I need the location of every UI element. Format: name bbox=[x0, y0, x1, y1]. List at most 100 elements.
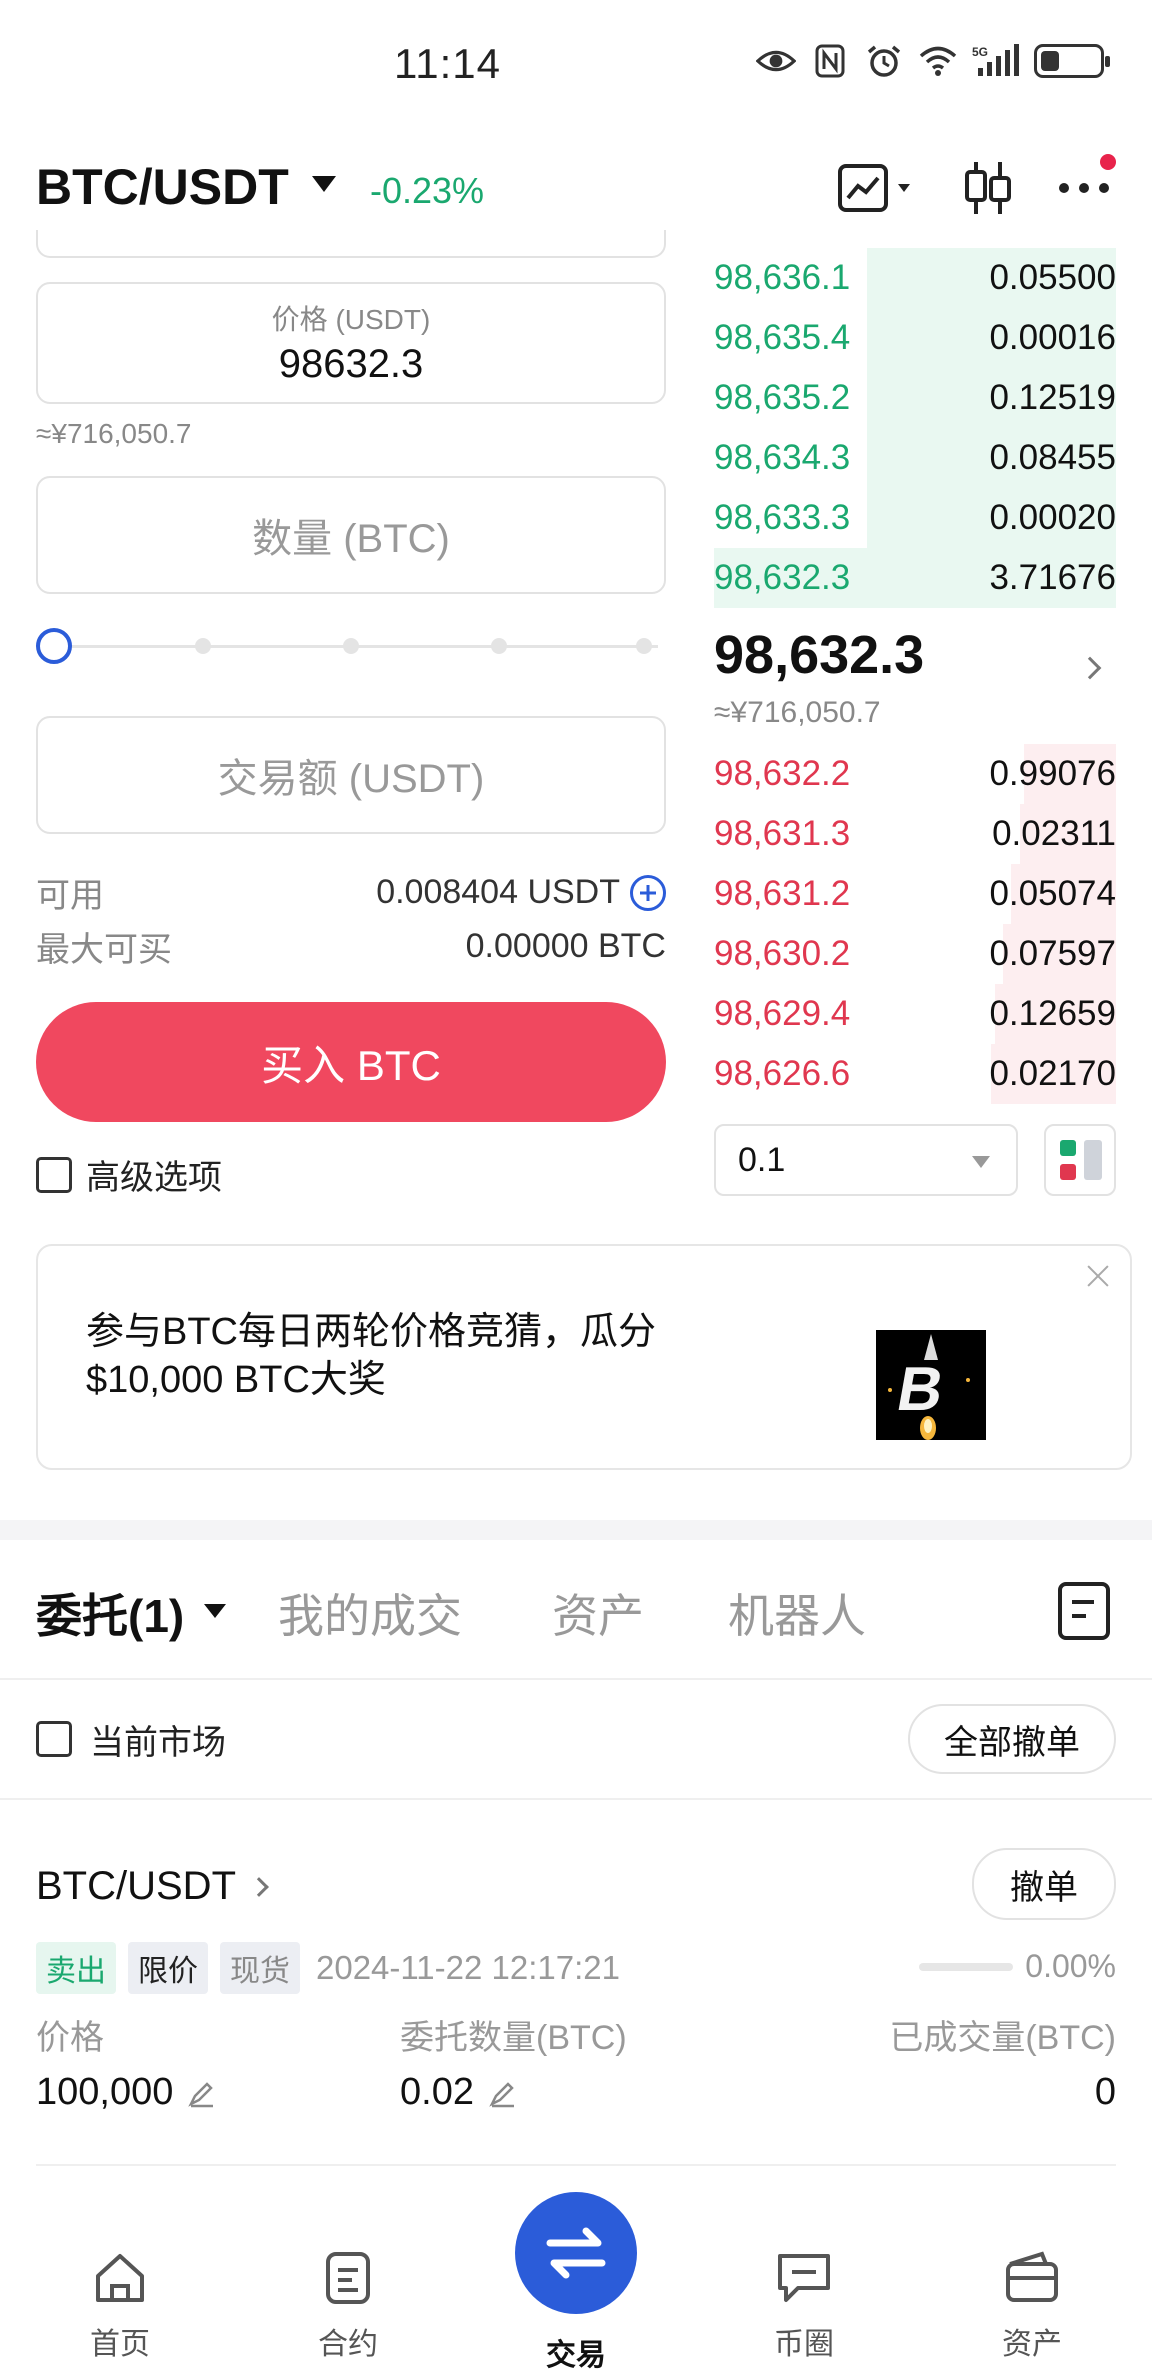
bid-row[interactable]: 98,632.2 0.99076 bbox=[714, 744, 1116, 804]
amount-input[interactable]: 交易额 (USDT) bbox=[36, 716, 666, 834]
cancel-order-button[interactable]: 撤单 bbox=[972, 1848, 1116, 1920]
order-pair-link[interactable]: BTC/USDT bbox=[36, 1864, 269, 1909]
fill-progress: 0.00% bbox=[919, 1948, 1116, 1985]
network-label: 5G bbox=[972, 45, 988, 59]
tab-open-orders[interactable]: 委托(1) bbox=[36, 1580, 184, 1646]
order-price-col: 价格 100,000 bbox=[36, 2010, 217, 2114]
current-market-checkbox[interactable] bbox=[36, 1721, 72, 1757]
max-buy-label: 最大可买 bbox=[36, 931, 172, 969]
battery-icon bbox=[1034, 44, 1110, 78]
orderbook-layout-button[interactable] bbox=[1044, 1124, 1116, 1196]
advanced-checkbox[interactable] bbox=[36, 1156, 72, 1193]
chart-icon bbox=[838, 164, 910, 212]
order-pair: BTC/USDT bbox=[36, 1864, 236, 1908]
edit-qty-icon[interactable] bbox=[488, 2078, 518, 2108]
notification-dot bbox=[1100, 154, 1116, 170]
caret-down-icon[interactable] bbox=[204, 1604, 226, 1618]
nav-futures-label: 合约 bbox=[318, 2328, 378, 2361]
depth-precision-select[interactable]: 0.1 bbox=[714, 1124, 1018, 1196]
price-input[interactable]: 价格 (USDT) 98632.3 bbox=[36, 282, 666, 404]
order-qty-value: 0.02 bbox=[400, 2071, 474, 2113]
tab-assets[interactable]: 资产 bbox=[552, 1580, 644, 1646]
order-timestamp: 2024-11-22 12:17:21 bbox=[316, 1949, 620, 1986]
tab-my-trades[interactable]: 我的成交 bbox=[278, 1580, 462, 1646]
nav-trade-button[interactable] bbox=[515, 2192, 637, 2314]
open-order-card: BTC/USDT 撤单 卖出 限价 现货 2024-11-22 12:17:21… bbox=[36, 1840, 1116, 2160]
ask-row[interactable]: 98,632.3 3.71676 bbox=[714, 548, 1116, 608]
add-funds-icon[interactable] bbox=[630, 874, 666, 911]
bid-row[interactable]: 98,631.2 0.05074 bbox=[714, 864, 1116, 924]
divider bbox=[0, 1798, 1152, 1800]
chevron-right-icon[interactable] bbox=[1078, 656, 1102, 680]
more-dots-icon bbox=[1059, 183, 1109, 193]
divider bbox=[36, 2164, 1116, 2166]
buy-button[interactable]: 买入 BTC bbox=[36, 1002, 666, 1122]
max-buy-row: 最大可买 0.00000 BTC bbox=[36, 922, 666, 971]
close-icon[interactable] bbox=[1082, 1260, 1114, 1292]
current-market-filter[interactable]: 当前市场 bbox=[36, 1715, 226, 1764]
order-filled-value: 0 bbox=[1094, 2071, 1116, 2113]
wallet-icon bbox=[1006, 2251, 1058, 2302]
trade-header: BTC/USDT -0.23% bbox=[0, 140, 1152, 230]
available-label: 可用 bbox=[36, 877, 104, 915]
last-price[interactable]: 98,632.3 bbox=[714, 624, 924, 686]
pair-selector[interactable]: BTC/USDT bbox=[36, 158, 289, 216]
bid-row[interactable]: 98,629.4 0.12659 bbox=[714, 984, 1116, 1044]
ask-row[interactable]: 98,635.4 0.00016 bbox=[714, 308, 1116, 368]
nav-futures[interactable]: 合约 bbox=[278, 2250, 418, 2363]
candlestick-icon bbox=[965, 162, 1011, 214]
order-price-value: 100,000 bbox=[36, 2071, 174, 2113]
order-price-label: 价格 bbox=[36, 2019, 104, 2057]
order-type-box[interactable] bbox=[36, 230, 666, 258]
slider-step-100[interactable] bbox=[636, 638, 652, 654]
orderbook-bids: 98,632.2 0.99076 98,631.3 0.02311 98,631.2… bbox=[714, 744, 1116, 1104]
promo-banner[interactable]: 参与BTC每日两轮价格竞猜，瓜分$10,000 BTC大奖 B bbox=[36, 1244, 1132, 1470]
side-badge: 卖出 bbox=[36, 1942, 116, 1994]
slider-step-75[interactable] bbox=[491, 638, 507, 654]
caret-down-icon bbox=[972, 1156, 990, 1168]
status-time: 11:14 bbox=[394, 40, 501, 87]
market-badge: 现货 bbox=[220, 1942, 300, 1994]
price-cny-approx: ≈¥716,050.7 bbox=[36, 418, 192, 449]
order-filled-label: 已成交量(BTC) bbox=[889, 2019, 1116, 2057]
ask-row[interactable]: 98,634.3 0.08455 bbox=[714, 428, 1116, 488]
available-row: 可用 0.008404 USDT bbox=[36, 868, 666, 917]
layout-icon-green-top bbox=[1060, 1140, 1076, 1156]
slider-step-25[interactable] bbox=[195, 638, 211, 654]
order-qty-col: 委托数量(BTC) 0.02 bbox=[400, 2010, 627, 2114]
nav-community[interactable]: 币圈 bbox=[734, 2250, 874, 2363]
caret-down-icon[interactable] bbox=[312, 176, 336, 192]
tab-bots[interactable]: 机器人 bbox=[728, 1580, 866, 1646]
bid-row[interactable]: 98,631.3 0.02311 bbox=[714, 804, 1116, 864]
ask-row[interactable]: 98,635.2 0.12519 bbox=[714, 368, 1116, 428]
amount-slider[interactable] bbox=[36, 628, 666, 664]
bid-row[interactable]: 98,626.6 0.02170 bbox=[714, 1044, 1116, 1104]
ask-row[interactable]: 98,633.3 0.00020 bbox=[714, 488, 1116, 548]
price-change: -0.23% bbox=[370, 170, 485, 211]
nfc-icon bbox=[810, 44, 850, 78]
bid-row[interactable]: 98,630.2 0.07597 bbox=[714, 924, 1116, 984]
candlestick-button[interactable] bbox=[958, 158, 1018, 218]
slider-step-50[interactable] bbox=[343, 638, 359, 654]
nav-assets[interactable]: 资产 bbox=[962, 2250, 1102, 2363]
max-buy-value: 0.00000 BTC bbox=[465, 927, 666, 965]
price-input-value[interactable]: 98632.3 bbox=[38, 342, 664, 387]
advanced-options[interactable]: 高级选项 bbox=[36, 1150, 222, 1199]
futures-icon bbox=[326, 2252, 370, 2304]
layout-icon-red-bottom bbox=[1060, 1164, 1076, 1180]
fill-percent: 0.00% bbox=[1025, 1948, 1116, 1984]
order-history-icon[interactable] bbox=[1058, 1582, 1110, 1640]
quantity-input[interactable]: 数量 (BTC) bbox=[36, 476, 666, 594]
cancel-all-button[interactable]: 全部撤单 bbox=[908, 1704, 1116, 1774]
nav-home-label: 首页 bbox=[90, 2328, 150, 2361]
nav-trade-label[interactable]: 交易 bbox=[506, 2330, 646, 2374]
bottom-nav: 首页 合约 交易 币圈 资产 bbox=[0, 2192, 1152, 2376]
advanced-label: 高级选项 bbox=[86, 1159, 222, 1197]
orderbook-asks: 98,636.1 0.05500 98,635.4 0.00016 98,635.2… bbox=[714, 248, 1116, 608]
ask-row[interactable]: 98,636.1 0.05500 bbox=[714, 248, 1116, 308]
slider-knob[interactable] bbox=[36, 628, 72, 664]
nav-home[interactable]: 首页 bbox=[50, 2250, 190, 2363]
depth-precision-value: 0.1 bbox=[738, 1140, 786, 1179]
chart-toggle-button[interactable] bbox=[836, 158, 916, 218]
edit-price-icon[interactable] bbox=[187, 2078, 217, 2108]
